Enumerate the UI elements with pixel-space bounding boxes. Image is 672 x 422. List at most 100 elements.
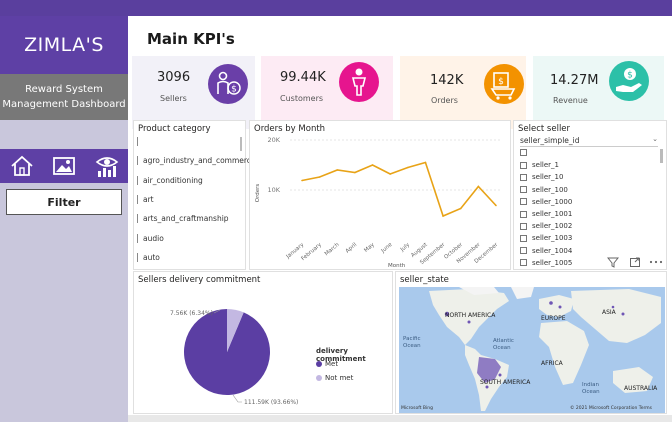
pie-chart: 7.56K (6.34%) 111.59K (93.66%) [170, 309, 298, 406]
filter-icon[interactable] [607, 256, 619, 268]
data-point[interactable] [389, 173, 391, 175]
orders-by-month-chart: Orders by Month 20K 10K Orders Month January… [249, 120, 511, 270]
panel-title: Select seller [518, 124, 571, 134]
bottom-strip [128, 415, 672, 422]
kpi-label: Orders [431, 96, 458, 105]
kpi-card-customers: 99.44K Customers [261, 56, 393, 129]
legend-marker [316, 375, 322, 381]
data-point[interactable] [495, 204, 497, 207]
category-item[interactable] [137, 137, 143, 146]
data-point[interactable] [301, 179, 303, 182]
seller-label: seller_1002 [532, 222, 573, 231]
seller-label: seller_10 [532, 173, 564, 182]
scrollbar[interactable] [660, 149, 663, 163]
checkbox[interactable] [520, 173, 527, 181]
seller-item[interactable]: seller_1002 [520, 222, 572, 230]
checkbox[interactable] [520, 161, 527, 169]
dashboard-title-line1: Reward System [25, 84, 103, 95]
page-title: Main KPI's [147, 30, 235, 48]
kpi-icon-circle: $ [609, 61, 649, 101]
map-label-pacific-line1: Pacific [403, 336, 421, 342]
category-item[interactable]: agro_industry_and_commerce [137, 156, 256, 166]
seller-item[interactable]: seller_1003 [520, 234, 572, 242]
product-category-slicer: Product category agro_industry_and_comme… [133, 120, 256, 270]
chevron-down-icon: ⌄ [652, 135, 658, 143]
category-item[interactable]: air_conditioning [137, 175, 203, 185]
map-copyright: © 2021 Microsoft Corporation Terms [570, 406, 652, 411]
nav-icon-bar [0, 149, 128, 183]
category-item[interactable]: auto [137, 252, 160, 262]
data-point[interactable] [371, 164, 374, 166]
data-point[interactable] [336, 169, 339, 171]
leader-line [232, 394, 242, 403]
category-item[interactable]: art [137, 194, 154, 204]
checkbox[interactable] [520, 149, 527, 156]
world-map[interactable] [399, 287, 665, 413]
filter-button[interactable]: Filter [6, 189, 122, 215]
more-options-icon[interactable] [649, 256, 663, 268]
checkbox[interactable] [520, 234, 527, 242]
y-tick-label: 10K [267, 186, 280, 194]
data-point[interactable] [318, 176, 321, 178]
svg-text:$: $ [498, 77, 504, 87]
seller-item[interactable]: seller_1004 [520, 247, 572, 255]
seller-item[interactable]: seller_1000 [520, 198, 572, 206]
image-icon[interactable] [51, 153, 77, 179]
category-item[interactable]: arts_and_craftmanship [137, 214, 229, 224]
eye-chart-icon[interactable] [94, 153, 120, 179]
data-point[interactable] [424, 161, 427, 164]
map-label-pacific-line2: Ocean [403, 343, 421, 349]
kpi-icon-circle [339, 62, 379, 102]
seller-label: seller_1004 [532, 246, 573, 255]
x-tick-label: July [399, 241, 412, 253]
series-line[interactable] [301, 161, 497, 218]
focus-mode-icon[interactable] [629, 256, 641, 268]
main-area: Main KPI's 3096 Sellers $ 99.44K Custome… [128, 16, 672, 422]
home-icon[interactable] [9, 153, 35, 179]
seller-item[interactable] [520, 149, 532, 156]
panel-title: Product category [138, 124, 211, 134]
y-axis-label: Orders [255, 184, 261, 203]
seller-field-dropdown[interactable]: seller_simple_id ⌄ [520, 135, 658, 147]
x-tick-label: February [300, 241, 323, 262]
seller-label: seller_1 [532, 161, 559, 170]
line-chart: 20K10KOrdersMonthJanuaryFebruary March Apr… [255, 136, 502, 269]
kpi-value: 142K [430, 73, 464, 88]
map-label-atlantic-line2: Ocean [493, 345, 511, 351]
kpi-value: 3096 [157, 70, 191, 85]
panel-title: seller_state [400, 275, 449, 285]
data-point[interactable] [407, 166, 409, 169]
kpi-value: 14.27M [550, 73, 599, 88]
checkbox[interactable] [520, 222, 527, 230]
legend-marker [316, 361, 322, 367]
data-point[interactable] [459, 207, 462, 210]
legend-item-not-met[interactable]: Not met [316, 374, 353, 382]
data-point[interactable] [442, 215, 444, 217]
map-label-atlantic-line1: Atlantic [493, 338, 514, 344]
checkbox[interactable] [520, 186, 527, 194]
category-item[interactable]: audio [137, 233, 164, 243]
map-label-atlantic: Atlantic Ocean [493, 338, 514, 352]
seller-label: seller_1000 [532, 197, 573, 206]
seller-item[interactable]: seller_100 [520, 186, 568, 194]
dashboard-title-line2: Management Dashboard [2, 99, 126, 110]
seller-item[interactable]: seller_1 [520, 161, 559, 169]
checkbox[interactable] [520, 210, 527, 218]
checkbox[interactable] [520, 259, 527, 267]
scrollbar[interactable] [240, 137, 242, 151]
seller-item[interactable]: seller_10 [520, 173, 563, 181]
legend-label: Not met [325, 374, 354, 382]
kpi-icon-circle: $ [208, 64, 248, 104]
legend-item-met[interactable]: Met [316, 360, 338, 368]
data-point[interactable] [354, 171, 356, 174]
seller-item[interactable]: seller_1005 [520, 259, 572, 267]
seller-item[interactable]: seller_1001 [520, 210, 572, 218]
data-point[interactable] [477, 185, 480, 188]
checkbox[interactable] [520, 198, 527, 206]
checkbox[interactable] [520, 247, 527, 255]
x-tick-label: May [363, 241, 376, 253]
map-label-indian-line2: Ocean [582, 389, 600, 395]
seller-label: seller_1001 [532, 210, 573, 218]
top-bar [0, 0, 672, 16]
kpi-label: Revenue [553, 96, 588, 105]
